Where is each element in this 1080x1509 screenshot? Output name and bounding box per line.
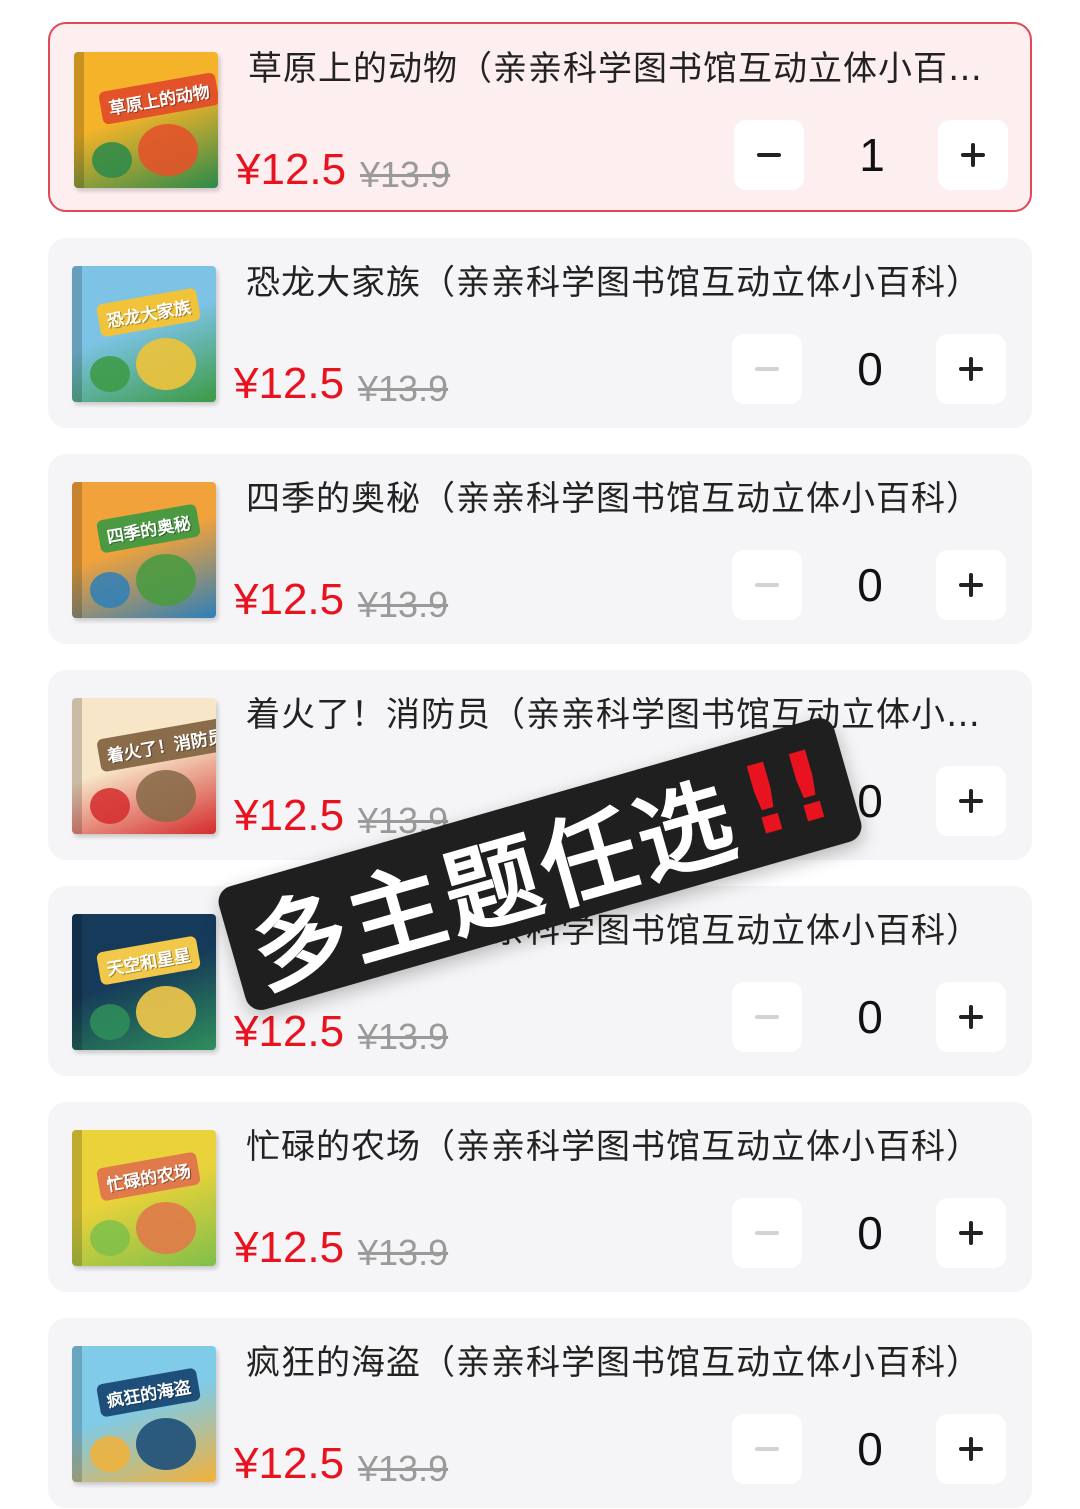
cover-title-label: 着火了！消防员 <box>96 716 216 773</box>
quantity-value[interactable]: 1 <box>820 122 924 188</box>
minus-icon <box>755 1015 779 1019</box>
book-cover-image[interactable]: 疯狂的海盗 <box>72 1346 216 1482</box>
original-price: ¥13.9 <box>358 584 449 625</box>
cover-title-label: 四季的奥秘 <box>95 503 202 554</box>
cover-spine <box>72 1130 82 1266</box>
cover-title-label: 草原上的动物 <box>98 72 218 125</box>
product-title[interactable]: 草原上的动物（亲亲科学图书馆互动立体小百科） <box>248 46 993 92</box>
product-title[interactable]: 着火了！消防员（亲亲科学图书馆互动立体小百科） <box>246 692 991 738</box>
increase-quantity-button[interactable] <box>936 1414 1006 1484</box>
quantity-value[interactable]: 0 <box>818 1416 922 1482</box>
cover-title-label: 恐龙大家族 <box>95 287 202 338</box>
original-price: ¥13.9 <box>358 368 449 409</box>
cover-title-label: 忙碌的农场 <box>95 1151 202 1202</box>
plus-icon-vertical <box>969 1437 973 1461</box>
product-card[interactable]: 恐龙大家族 恐龙大家族（亲亲科学图书馆互动立体小百科） ¥12.5 ¥13.9 0 <box>48 238 1032 428</box>
increase-quantity-button[interactable] <box>936 1198 1006 1268</box>
decrease-quantity-button[interactable] <box>732 550 802 620</box>
minus-icon <box>755 367 779 371</box>
sale-price: ¥12.5 <box>236 145 347 194</box>
cover-spine <box>72 914 82 1050</box>
quantity-value[interactable]: 0 <box>818 984 922 1050</box>
minus-icon <box>755 1447 779 1451</box>
plus-icon-vertical <box>969 573 973 597</box>
product-card[interactable]: 疯狂的海盗 疯狂的海盗（亲亲科学图书馆互动立体小百科） ¥12.5 ¥13.9 0 <box>48 1318 1032 1508</box>
plus-icon-vertical <box>969 357 973 381</box>
product-card[interactable]: 忙碌的农场 忙碌的农场（亲亲科学图书馆互动立体小百科） ¥12.5 ¥13.9 0 <box>48 1102 1032 1292</box>
cover-illustration <box>136 554 196 606</box>
cover-illustration <box>136 1202 196 1254</box>
cover-spine <box>72 266 82 402</box>
product-card[interactable]: 草原上的动物 草原上的动物（亲亲科学图书馆互动立体小百科） ¥12.5 ¥13.9 1 <box>48 22 1032 212</box>
cover-illustration <box>92 142 132 178</box>
sale-price: ¥12.5 <box>234 1007 345 1056</box>
cover-illustration <box>136 986 196 1038</box>
cover-illustration <box>90 1220 130 1256</box>
sale-price: ¥12.5 <box>234 1223 345 1272</box>
cover-illustration <box>136 338 196 390</box>
book-cover-image[interactable]: 四季的奥秘 <box>72 482 216 618</box>
exclamation-mark: !! <box>728 727 844 860</box>
cover-spine <box>72 698 82 834</box>
original-price: ¥13.9 <box>358 1232 449 1273</box>
book-cover-image[interactable]: 忙碌的农场 <box>72 1130 216 1266</box>
cover-illustration <box>136 770 196 822</box>
book-cover-image[interactable]: 天空和星星 <box>72 914 216 1050</box>
increase-quantity-button[interactable] <box>936 334 1006 404</box>
product-title[interactable]: 疯狂的海盗（亲亲科学图书馆互动立体小百科） <box>246 1340 991 1386</box>
sale-price: ¥12.5 <box>234 1439 345 1488</box>
plus-icon-vertical <box>969 1221 973 1245</box>
minus-icon <box>755 583 779 587</box>
decrease-quantity-button[interactable] <box>732 982 802 1052</box>
quantity-value[interactable]: 0 <box>818 552 922 618</box>
decrease-quantity-button[interactable] <box>734 120 804 190</box>
cover-illustration <box>90 1004 130 1040</box>
cover-title-label: 天空和星星 <box>95 935 202 986</box>
product-title[interactable]: 四季的奥秘（亲亲科学图书馆互动立体小百科） <box>246 476 991 522</box>
cover-title-label: 疯狂的海盗 <box>95 1367 202 1418</box>
original-price: ¥13.9 <box>358 1016 449 1057</box>
cover-illustration <box>90 572 130 608</box>
plus-icon-vertical <box>969 1005 973 1029</box>
book-cover-image[interactable]: 草原上的动物 <box>74 52 218 188</box>
increase-quantity-button[interactable] <box>938 120 1008 190</box>
book-cover-image[interactable]: 恐龙大家族 <box>72 266 216 402</box>
sale-price: ¥12.5 <box>234 791 345 840</box>
plus-icon-vertical <box>971 143 975 167</box>
cover-spine <box>72 1346 82 1482</box>
cover-illustration <box>136 1418 196 1470</box>
sale-price: ¥12.5 <box>234 575 345 624</box>
quantity-value[interactable]: 0 <box>818 1200 922 1266</box>
plus-icon-vertical <box>969 789 973 813</box>
decrease-quantity-button[interactable] <box>732 334 802 404</box>
increase-quantity-button[interactable] <box>936 982 1006 1052</box>
increase-quantity-button[interactable] <box>936 550 1006 620</box>
cover-spine <box>72 482 82 618</box>
product-title[interactable]: 忙碌的农场（亲亲科学图书馆互动立体小百科） <box>246 1124 991 1170</box>
cover-illustration <box>90 1436 130 1472</box>
decrease-quantity-button[interactable] <box>732 1414 802 1484</box>
increase-quantity-button[interactable] <box>936 766 1006 836</box>
product-card[interactable]: 四季的奥秘 四季的奥秘（亲亲科学图书馆互动立体小百科） ¥12.5 ¥13.9 0 <box>48 454 1032 644</box>
original-price: ¥13.9 <box>360 154 451 195</box>
cover-illustration <box>90 788 130 824</box>
minus-icon <box>757 153 781 157</box>
book-cover-image[interactable]: 着火了！消防员 <box>72 698 216 834</box>
cover-illustration <box>138 124 198 176</box>
original-price: ¥13.9 <box>358 1448 449 1489</box>
minus-icon <box>755 1231 779 1235</box>
cover-spine <box>74 52 84 188</box>
product-title[interactable]: 恐龙大家族（亲亲科学图书馆互动立体小百科） <box>246 260 991 306</box>
sale-price: ¥12.5 <box>234 359 345 408</box>
quantity-value[interactable]: 0 <box>818 336 922 402</box>
cover-illustration <box>90 356 130 392</box>
decrease-quantity-button[interactable] <box>732 1198 802 1268</box>
